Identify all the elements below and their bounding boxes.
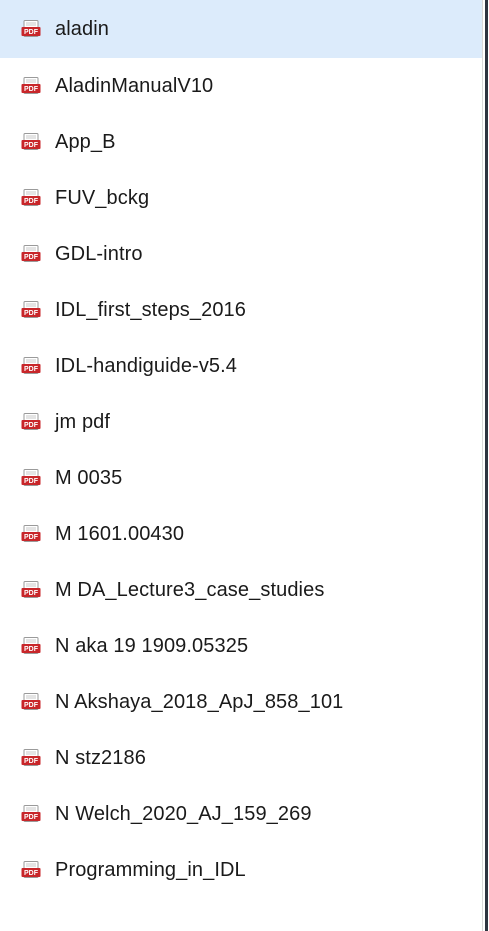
file-item[interactable]: PDF jm pdf <box>0 394 483 450</box>
file-item[interactable]: PDF N aka 19 1909.05325 <box>0 618 483 674</box>
file-name: aladin <box>55 17 109 40</box>
pdf-file-icon: PDF <box>21 357 41 375</box>
file-item[interactable]: PDF AladinManualV10 <box>0 58 483 114</box>
svg-text:PDF: PDF <box>24 366 39 373</box>
file-name: N aka 19 1909.05325 <box>55 634 249 657</box>
svg-text:PDF: PDF <box>24 758 39 765</box>
pdf-file-icon: PDF <box>21 245 41 263</box>
pdf-file-icon: PDF <box>21 749 41 767</box>
svg-text:PDF: PDF <box>24 590 39 597</box>
svg-text:PDF: PDF <box>24 646 39 653</box>
file-name: GDL-intro <box>55 242 143 265</box>
file-item[interactable]: PDF Programming_in_IDL <box>0 842 483 898</box>
file-item[interactable]: PDF N Welch_2020_AJ_159_269 <box>0 786 483 842</box>
file-item[interactable]: PDF IDL-handiguide-v5.4 <box>0 338 483 394</box>
file-item[interactable]: PDF M 0035 <box>0 450 483 506</box>
pdf-file-icon: PDF <box>21 805 41 823</box>
pdf-file-icon: PDF <box>21 77 41 95</box>
svg-text:PDF: PDF <box>24 422 39 429</box>
pdf-file-icon: PDF <box>21 693 41 711</box>
file-name: M DA_Lecture3_case_studies <box>55 578 325 601</box>
file-item[interactable]: PDF IDL_first_steps_2016 <box>0 282 483 338</box>
file-name: N stz2186 <box>55 746 146 769</box>
file-name: M 0035 <box>55 466 123 489</box>
file-item[interactable]: PDF N stz2186 <box>0 730 483 786</box>
pdf-file-icon: PDF <box>21 861 41 879</box>
svg-text:PDF: PDF <box>24 29 39 36</box>
file-name: M 1601.00430 <box>55 522 185 545</box>
svg-text:PDF: PDF <box>24 814 39 821</box>
pdf-file-icon: PDF <box>21 469 41 487</box>
file-name: jm pdf <box>55 410 111 433</box>
svg-text:PDF: PDF <box>24 310 39 317</box>
svg-text:PDF: PDF <box>24 870 39 877</box>
file-item[interactable]: PDF GDL-intro <box>0 226 483 282</box>
file-name: IDL-handiguide-v5.4 <box>55 354 238 377</box>
file-name: Programming_in_IDL <box>55 858 246 881</box>
pdf-file-icon: PDF <box>21 413 41 431</box>
pdf-file-icon: PDF <box>21 301 41 319</box>
file-name: N Welch_2020_AJ_159_269 <box>55 802 312 825</box>
pdf-file-icon: PDF <box>21 637 41 655</box>
svg-text:PDF: PDF <box>24 702 39 709</box>
pdf-file-icon: PDF <box>21 581 41 599</box>
pdf-file-icon: PDF <box>21 189 41 207</box>
file-item[interactable]: PDF N Akshaya_2018_ApJ_858_101 <box>0 674 483 730</box>
file-list: PDF aladin PDF AladinManualV10 PDF App_B PDF FU… <box>0 0 483 898</box>
file-name: IDL_first_steps_2016 <box>55 298 247 321</box>
svg-text:PDF: PDF <box>24 198 39 205</box>
svg-text:PDF: PDF <box>24 534 39 541</box>
file-name: N Akshaya_2018_ApJ_858_101 <box>55 690 344 713</box>
file-item[interactable]: PDF App_B <box>0 114 483 170</box>
pdf-file-icon: PDF <box>21 133 41 151</box>
pdf-file-icon: PDF <box>21 20 41 38</box>
file-list-pane: PDF aladin PDF AladinManualV10 PDF App_B PDF FU… <box>0 0 489 931</box>
scrollbar[interactable] <box>482 0 489 931</box>
svg-text:PDF: PDF <box>24 86 39 93</box>
file-name: FUV_bckg <box>55 186 150 209</box>
svg-text:PDF: PDF <box>24 254 39 261</box>
svg-text:PDF: PDF <box>24 478 39 485</box>
file-name: AladinManualV10 <box>55 74 214 97</box>
svg-text:PDF: PDF <box>24 142 39 149</box>
file-name: App_B <box>55 130 116 153</box>
pdf-file-icon: PDF <box>21 525 41 543</box>
file-item[interactable]: PDF M 1601.00430 <box>0 506 483 562</box>
file-item[interactable]: PDF FUV_bckg <box>0 170 483 226</box>
file-item[interactable]: PDF M DA_Lecture3_case_studies <box>0 562 483 618</box>
file-item[interactable]: PDF aladin <box>0 0 483 58</box>
